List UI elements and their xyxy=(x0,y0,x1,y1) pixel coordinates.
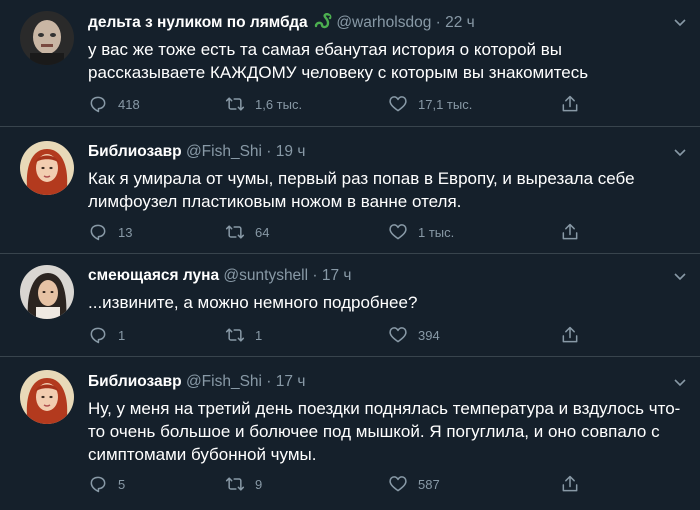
reply-icon xyxy=(90,327,106,344)
timestamp[interactable]: 19 ч xyxy=(276,143,306,160)
heart-icon xyxy=(389,96,407,112)
like-count: 17,1 тыс. xyxy=(418,96,473,112)
retweet-button[interactable]: 64 xyxy=(225,222,269,242)
share-button[interactable] xyxy=(560,94,590,114)
snake-emoji-icon xyxy=(314,13,332,34)
heart-icon xyxy=(389,476,407,492)
separator: · xyxy=(266,373,272,390)
like-button[interactable]: 394 xyxy=(388,325,440,345)
reply-button[interactable]: 5 xyxy=(88,474,125,494)
avatar[interactable] xyxy=(20,370,74,424)
author-handle[interactable]: @Fish_Shi xyxy=(186,143,262,160)
reply-icon xyxy=(90,476,106,493)
share-button[interactable] xyxy=(560,325,590,345)
separator: · xyxy=(312,267,318,284)
tweet-actions: 1 1 394 xyxy=(88,325,588,345)
separator: · xyxy=(435,14,441,31)
like-button[interactable]: 1 тыс. xyxy=(388,222,454,242)
reply-count: 1 xyxy=(118,327,126,343)
heart-icon xyxy=(389,327,407,343)
like-button[interactable]: 17,1 тыс. xyxy=(388,94,472,114)
chevron-down-icon[interactable] xyxy=(674,273,686,281)
tweet-actions: 13 64 1 тыс. xyxy=(88,222,588,242)
retweet-icon xyxy=(225,225,245,239)
chevron-down-icon[interactable] xyxy=(674,19,686,27)
timestamp[interactable]: 17 ч xyxy=(276,373,306,390)
avatar[interactable] xyxy=(20,265,74,319)
retweet-button[interactable]: 1 xyxy=(225,325,262,345)
tweet[interactable]: смеющаяся луна @suntyshell · 17 ч ...изв… xyxy=(0,254,700,357)
share-button[interactable] xyxy=(560,222,590,242)
tweet[interactable]: Библиозавр @Fish_Shi · 19 ч Как я умирал… xyxy=(0,127,700,254)
like-count: 394 xyxy=(418,327,440,343)
author-handle[interactable]: @suntyshell xyxy=(223,267,308,284)
tweet-text: у вас же тоже есть та самая ебанутая ист… xyxy=(88,40,589,82)
retweet-count: 64 xyxy=(255,224,270,240)
like-count: 587 xyxy=(418,476,440,492)
timestamp[interactable]: 22 ч xyxy=(445,14,475,31)
tweet-text: Ну, у меня на третий день поездки поднял… xyxy=(88,399,681,464)
retweet-count: 9 xyxy=(255,476,263,492)
reply-button[interactable]: 1 xyxy=(88,325,125,345)
author-name[interactable]: Библиозавр xyxy=(88,143,182,160)
tweet-text: ...извините, а можно немного подробнее? xyxy=(88,293,418,312)
retweet-icon xyxy=(225,477,245,491)
share-icon xyxy=(562,475,578,492)
tweet[interactable]: дельта з нуликом по лямбда @warholsdog ·… xyxy=(0,0,700,127)
retweet-icon xyxy=(225,328,245,342)
reply-icon xyxy=(90,224,106,241)
reply-count: 13 xyxy=(118,224,133,240)
reply-button[interactable]: 13 xyxy=(88,222,132,242)
retweet-button[interactable]: 9 xyxy=(225,474,262,494)
tweet-actions: 5 9 587 xyxy=(88,474,588,494)
heart-icon xyxy=(389,224,407,240)
tweet-text: Как я умирала от чумы, первый раз попав … xyxy=(88,169,635,211)
separator: · xyxy=(266,143,272,160)
share-button[interactable] xyxy=(560,474,590,494)
chevron-down-icon[interactable] xyxy=(674,379,686,387)
like-button[interactable]: 587 xyxy=(388,474,440,494)
retweet-button[interactable]: 1,6 тыс. xyxy=(225,94,302,114)
author-name[interactable]: дельта з нуликом по лямбда xyxy=(88,14,308,31)
timestamp[interactable]: 17 ч xyxy=(322,267,352,284)
reply-count: 418 xyxy=(118,96,140,112)
tweet-actions: 418 1,6 тыс. 17,1 тыс. xyxy=(88,94,588,114)
chevron-down-icon[interactable] xyxy=(674,149,686,157)
retweet-count: 1 xyxy=(255,327,263,343)
share-icon xyxy=(562,95,578,112)
retweet-icon xyxy=(225,97,245,111)
share-icon xyxy=(562,326,578,343)
reply-icon xyxy=(90,96,106,113)
author-handle[interactable]: @Fish_Shi xyxy=(186,373,262,390)
avatar[interactable] xyxy=(20,141,74,195)
author-name[interactable]: смеющаяся луна xyxy=(88,267,219,284)
share-icon xyxy=(562,223,578,240)
reply-button[interactable]: 418 xyxy=(88,94,140,114)
author-handle[interactable]: @warholsdog xyxy=(336,14,431,31)
avatar[interactable] xyxy=(20,11,74,65)
retweet-count: 1,6 тыс. xyxy=(255,96,303,112)
like-count: 1 тыс. xyxy=(418,224,455,240)
author-name[interactable]: Библиозавр xyxy=(88,373,182,390)
tweet[interactable]: Библиозавр @Fish_Shi · 17 ч Ну, у меня н… xyxy=(0,357,700,510)
reply-count: 5 xyxy=(118,476,126,492)
